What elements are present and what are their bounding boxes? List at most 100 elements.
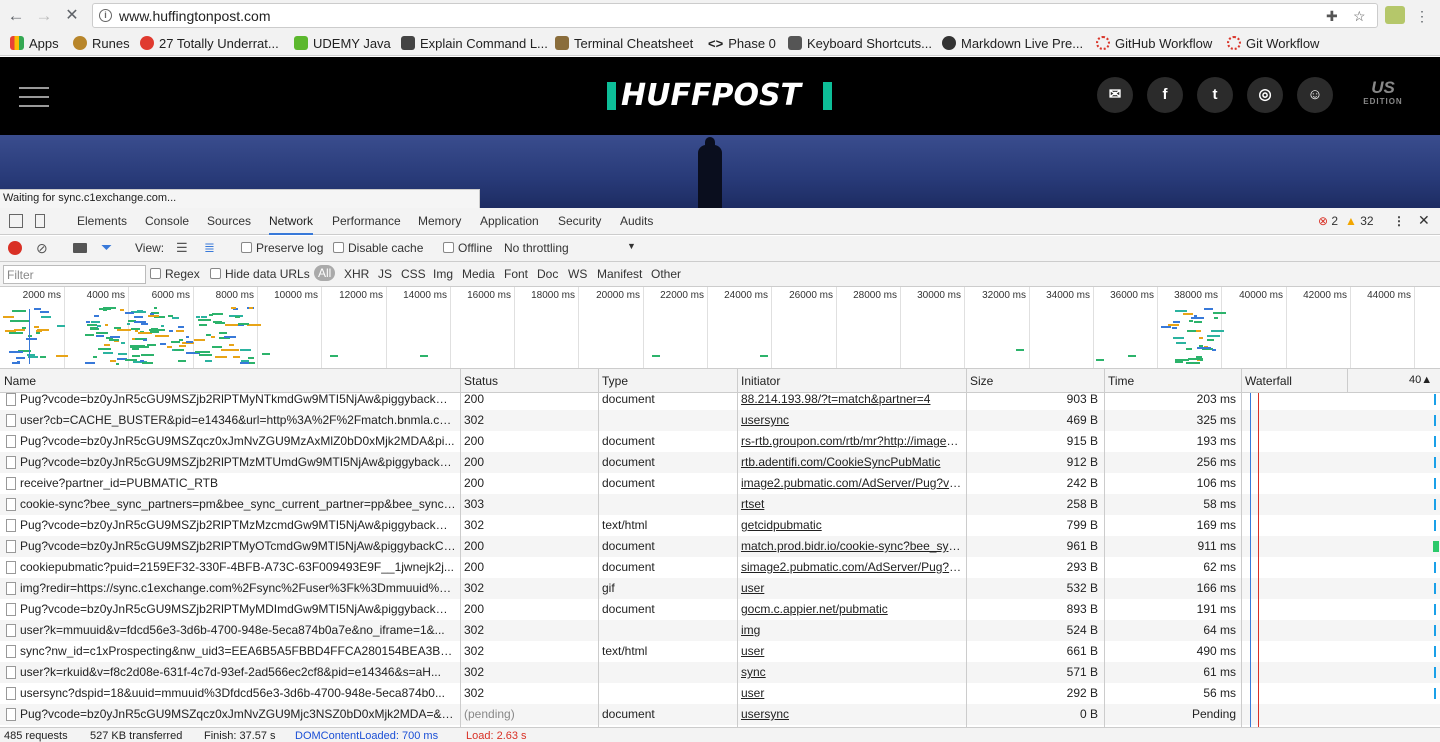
filter-other[interactable]: Other xyxy=(651,267,681,281)
cell-initiator[interactable]: usersync xyxy=(741,410,963,431)
bookmark-git-workflow[interactable]: Git Workflow xyxy=(1227,35,1319,53)
twitter-icon[interactable]: t xyxy=(1197,77,1233,113)
column-divider[interactable] xyxy=(966,369,967,727)
table-row[interactable]: user?cb=CACHE_BUSTER&pid=e14346&url=http… xyxy=(0,410,1440,431)
tab-audits[interactable]: Audits xyxy=(620,214,653,228)
filter-img[interactable]: Img xyxy=(433,267,453,281)
table-row[interactable]: Pug?vcode=bz0yJnR5cGU9MSZqcz0xJmNvZGU9Mj… xyxy=(0,704,1440,725)
table-row[interactable]: img?redir=https://sync.c1exchange.com%2F… xyxy=(0,578,1440,599)
huffpost-logo[interactable]: HUFFPOST xyxy=(607,79,832,113)
column-size[interactable]: Size xyxy=(970,374,993,388)
cell-initiator[interactable]: img xyxy=(741,620,963,641)
filter-all[interactable]: All xyxy=(314,265,336,281)
table-row[interactable]: Pug?vcode=bz0yJnR5cGU9MSZjb2RlPTMyMDImdG… xyxy=(0,599,1440,620)
record-icon[interactable] xyxy=(8,241,22,255)
table-row[interactable]: cookiepubmatic?puid=2159EF32-330F-4BFB-A… xyxy=(0,557,1440,578)
offline-checkbox[interactable]: Offline xyxy=(443,241,492,255)
filter-media[interactable]: Media xyxy=(462,267,495,281)
disable-cache-checkbox[interactable]: Disable cache xyxy=(333,241,423,255)
filter-font[interactable]: Font xyxy=(504,267,528,281)
warning-count[interactable]: ▲ 32 xyxy=(1345,214,1374,228)
close-devtools-icon[interactable]: ✕ xyxy=(1418,212,1430,229)
facebook-icon[interactable]: f xyxy=(1147,77,1183,113)
tab-application[interactable]: Application xyxy=(480,214,539,228)
cell-initiator[interactable]: image2.pubmatic.com/AdServer/Pug?vc... xyxy=(741,473,963,494)
regex-checkbox[interactable]: Regex xyxy=(150,267,200,281)
back-arrow-icon[interactable]: ← xyxy=(6,6,26,26)
bookmark-github-workflow[interactable]: GitHub Workflow xyxy=(1096,35,1212,53)
column-divider[interactable] xyxy=(737,369,738,727)
screenshot-camera-icon[interactable] xyxy=(73,243,87,253)
email-icon[interactable]: ✉ xyxy=(1097,77,1133,113)
column-name[interactable]: Name xyxy=(4,374,36,388)
table-row[interactable]: Pug?vcode=bz0yJnR5cGU9MSZjb2RlPTMyOTcmdG… xyxy=(0,536,1440,557)
filter-input[interactable] xyxy=(3,265,146,284)
table-row[interactable]: Pug?vcode=bz0yJnR5cGU9MSZjb2RlPTMzMzcmdG… xyxy=(0,515,1440,536)
column-type[interactable]: Type xyxy=(602,374,628,388)
column-divider[interactable] xyxy=(1241,369,1242,727)
filter-xhr[interactable]: XHR xyxy=(344,267,369,281)
inspect-element-icon[interactable] xyxy=(9,214,23,228)
cell-initiator[interactable]: user xyxy=(741,683,963,704)
edition-selector[interactable]: US EDITION xyxy=(1361,79,1405,107)
table-row[interactable]: Pug?vcode=bz0yJnR5cGU9MSZjb2RlPTMzMTUmdG… xyxy=(0,452,1440,473)
bookmark-terminal-cheatsheet[interactable]: Terminal Cheatsheet xyxy=(555,35,693,53)
cell-initiator[interactable]: gocm.c.appier.net/pubmatic xyxy=(741,599,963,620)
table-row[interactable]: user?k=rkuid&v=f8c2d08e-631f-4c7d-93ef-2… xyxy=(0,662,1440,683)
cell-initiator[interactable]: rs-rtb.groupon.com/rtb/mr?http://image2.… xyxy=(741,431,963,452)
filter-manifest[interactable]: Manifest xyxy=(597,267,642,281)
network-overview-timeline[interactable]: 2000 ms 4000 ms 6000 ms 8000 ms 10000 ms 1200… xyxy=(0,287,1440,369)
cell-initiator[interactable]: usersync xyxy=(741,704,963,725)
table-row[interactable]: Pug?vcode=bz0yJnR5cGU9MSZjb2RlPTMyNTkmdG… xyxy=(0,389,1440,410)
cell-initiator[interactable]: getcidpubmatic xyxy=(741,515,963,536)
bookmark-udemy[interactable]: UDEMY Java xyxy=(294,35,391,53)
device-toolbar-icon[interactable] xyxy=(35,214,45,228)
filter-js[interactable]: JS xyxy=(378,267,392,281)
filter-ws[interactable]: WS xyxy=(568,267,587,281)
filter-css[interactable]: CSS xyxy=(401,267,426,281)
cell-initiator[interactable]: rtb.adentifi.com/CookieSyncPubMatic xyxy=(741,452,963,473)
tab-memory[interactable]: Memory xyxy=(418,214,461,228)
bookmark-runes[interactable]: Runes xyxy=(73,35,130,53)
table-row[interactable]: user?k=mmuuid&v=fdcd56e3-3d6b-4700-948e-… xyxy=(0,620,1440,641)
bookmark-star-icon[interactable]: ☆ xyxy=(1353,8,1366,25)
filter-doc[interactable]: Doc xyxy=(537,267,558,281)
tab-performance[interactable]: Performance xyxy=(332,214,401,228)
stop-loading-icon[interactable]: ✕ xyxy=(62,6,82,26)
column-divider[interactable] xyxy=(598,369,599,727)
bookmark-keyboard-shortcuts[interactable]: Keyboard Shortcuts... xyxy=(788,35,932,53)
cell-initiator[interactable]: match.prod.bidr.io/cookie-sync?bee_syn..… xyxy=(741,536,963,557)
cell-initiator[interactable]: user xyxy=(741,578,963,599)
tab-console[interactable]: Console xyxy=(145,214,189,228)
cell-initiator[interactable]: 88.214.193.98/?t=match&partner=4 xyxy=(741,389,963,410)
table-row[interactable]: usersync?dspid=18&uuid=mmuuid%3Dfdcd56e3… xyxy=(0,683,1440,704)
column-status[interactable]: Status xyxy=(464,374,498,388)
list-view-icon[interactable]: ☰ xyxy=(176,240,188,256)
throttling-select[interactable]: No throttling ▼ xyxy=(504,241,636,255)
column-waterfall[interactable]: Waterfall xyxy=(1245,374,1292,388)
table-row[interactable]: cookie-sync?bee_sync_partners=pm&bee_syn… xyxy=(0,494,1440,515)
extension-puzzle-icon[interactable]: ✚ xyxy=(1326,8,1338,25)
snapchat-icon[interactable]: ☺ xyxy=(1297,77,1333,113)
filter-funnel-icon[interactable]: ⏷ xyxy=(101,239,112,256)
table-row[interactable]: sync?nw_id=c1xProspecting&nw_uid3=EEA6B5… xyxy=(0,641,1440,662)
clear-icon[interactable]: ⊘ xyxy=(36,240,48,257)
extension-icon[interactable] xyxy=(1385,6,1405,24)
bookmark-explain-command[interactable]: Explain Command L... xyxy=(401,35,548,53)
column-divider[interactable] xyxy=(1347,369,1348,393)
devtools-menu-icon[interactable]: ⋮ xyxy=(1393,214,1405,228)
bookmark-phase-0[interactable]: <> Phase 0 xyxy=(708,35,776,53)
table-row[interactable]: Pug?vcode=bz0yJnR5cGU9MSZqcz0xJmNvZGU9Mz… xyxy=(0,431,1440,452)
forward-arrow-icon[interactable]: → xyxy=(34,6,54,26)
instagram-icon[interactable]: ◎ xyxy=(1247,77,1283,113)
column-divider[interactable] xyxy=(460,369,461,727)
cell-initiator[interactable]: rtset xyxy=(741,494,963,515)
tab-elements[interactable]: Elements xyxy=(77,214,127,228)
menu-dots-icon[interactable]: ⋮ xyxy=(1412,6,1432,26)
cell-initiator[interactable]: simage2.pubmatic.com/AdServer/Pug?v... xyxy=(741,557,963,578)
waterfall-view-icon[interactable]: ≣ xyxy=(204,240,215,256)
column-divider[interactable] xyxy=(1104,369,1105,727)
site-info-icon[interactable]: i xyxy=(99,9,112,22)
table-row[interactable]: receive?partner_id=PUBMATIC_RTB 200 docume… xyxy=(0,473,1440,494)
tab-security[interactable]: Security xyxy=(558,214,601,228)
